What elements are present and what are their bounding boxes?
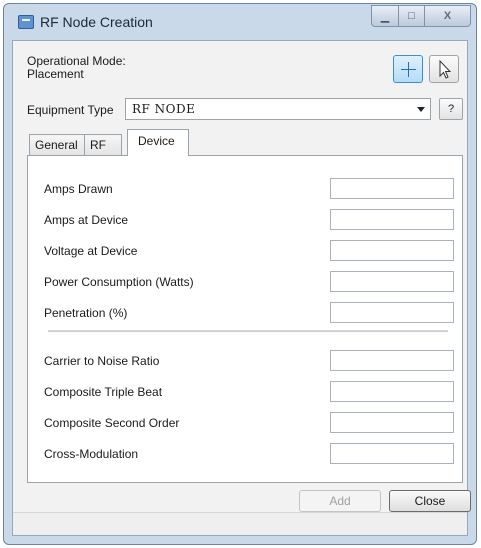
power-consumption-field[interactable]: [330, 271, 454, 292]
voltage-at-device-field[interactable]: [330, 240, 454, 261]
app-icon: [18, 15, 34, 29]
cross-modulation-label: Cross-Modulation: [44, 447, 139, 461]
equipment-type-select[interactable]: RF NODE: [125, 98, 431, 120]
rf-node-creation-window: RF Node Creation ▁ □ X Operational Mode:…: [3, 3, 477, 545]
title-bar[interactable]: RF Node Creation ▁ □ X: [4, 4, 476, 40]
operational-mode-value: Placement: [27, 67, 84, 81]
status-bar: [13, 512, 467, 535]
add-button[interactable]: Add: [299, 490, 381, 512]
composite-second-order-label: Composite Second Order: [44, 416, 180, 430]
composite-triple-beat-label: Composite Triple Beat: [44, 385, 163, 399]
section-divider: [48, 330, 448, 333]
placement-crosshair-button[interactable]: [393, 55, 423, 83]
voltage-at-device-label: Voltage at Device: [44, 244, 138, 258]
operational-mode: Operational Mode: Placement: [27, 55, 126, 81]
dialog-body: Operational Mode: Placement Equipment Ty…: [12, 40, 471, 536]
composite-triple-beat-field[interactable]: [330, 381, 454, 402]
tab-rf[interactable]: RF: [84, 134, 122, 156]
tab-device[interactable]: Device: [127, 129, 189, 156]
device-tab-panel: Amps Drawn Amps at Device Voltage at Dev…: [27, 155, 463, 483]
amps-drawn-field[interactable]: [330, 178, 454, 199]
equipment-type-label: Equipment Type: [27, 103, 114, 117]
composite-second-order-field[interactable]: [330, 412, 454, 433]
penetration-field[interactable]: [330, 302, 454, 323]
amps-at-device-field[interactable]: [330, 209, 454, 230]
help-button[interactable]: ?: [439, 98, 463, 120]
amps-drawn-label: Amps Drawn: [44, 182, 113, 196]
close-window-button[interactable]: X: [425, 5, 471, 27]
penetration-label: Penetration (%): [44, 306, 128, 320]
minimize-button[interactable]: ▁: [371, 5, 399, 27]
pointer-icon: [439, 59, 452, 79]
cross-modulation-field[interactable]: [330, 443, 454, 464]
window-controls: ▁ □ X: [371, 5, 471, 27]
select-pointer-button[interactable]: [429, 55, 459, 83]
close-button[interactable]: Close: [389, 490, 471, 512]
carrier-to-noise-field[interactable]: [330, 350, 454, 371]
equipment-type-value: RF NODE: [132, 102, 196, 116]
amps-at-device-label: Amps at Device: [44, 213, 129, 227]
chevron-down-icon: [417, 107, 425, 112]
carrier-to-noise-label: Carrier to Noise Ratio: [44, 354, 160, 368]
maximize-button[interactable]: □: [399, 5, 425, 27]
tab-general[interactable]: General: [29, 134, 85, 156]
power-consumption-label: Power Consumption (Watts): [44, 275, 194, 289]
window-title: RF Node Creation: [40, 14, 153, 30]
